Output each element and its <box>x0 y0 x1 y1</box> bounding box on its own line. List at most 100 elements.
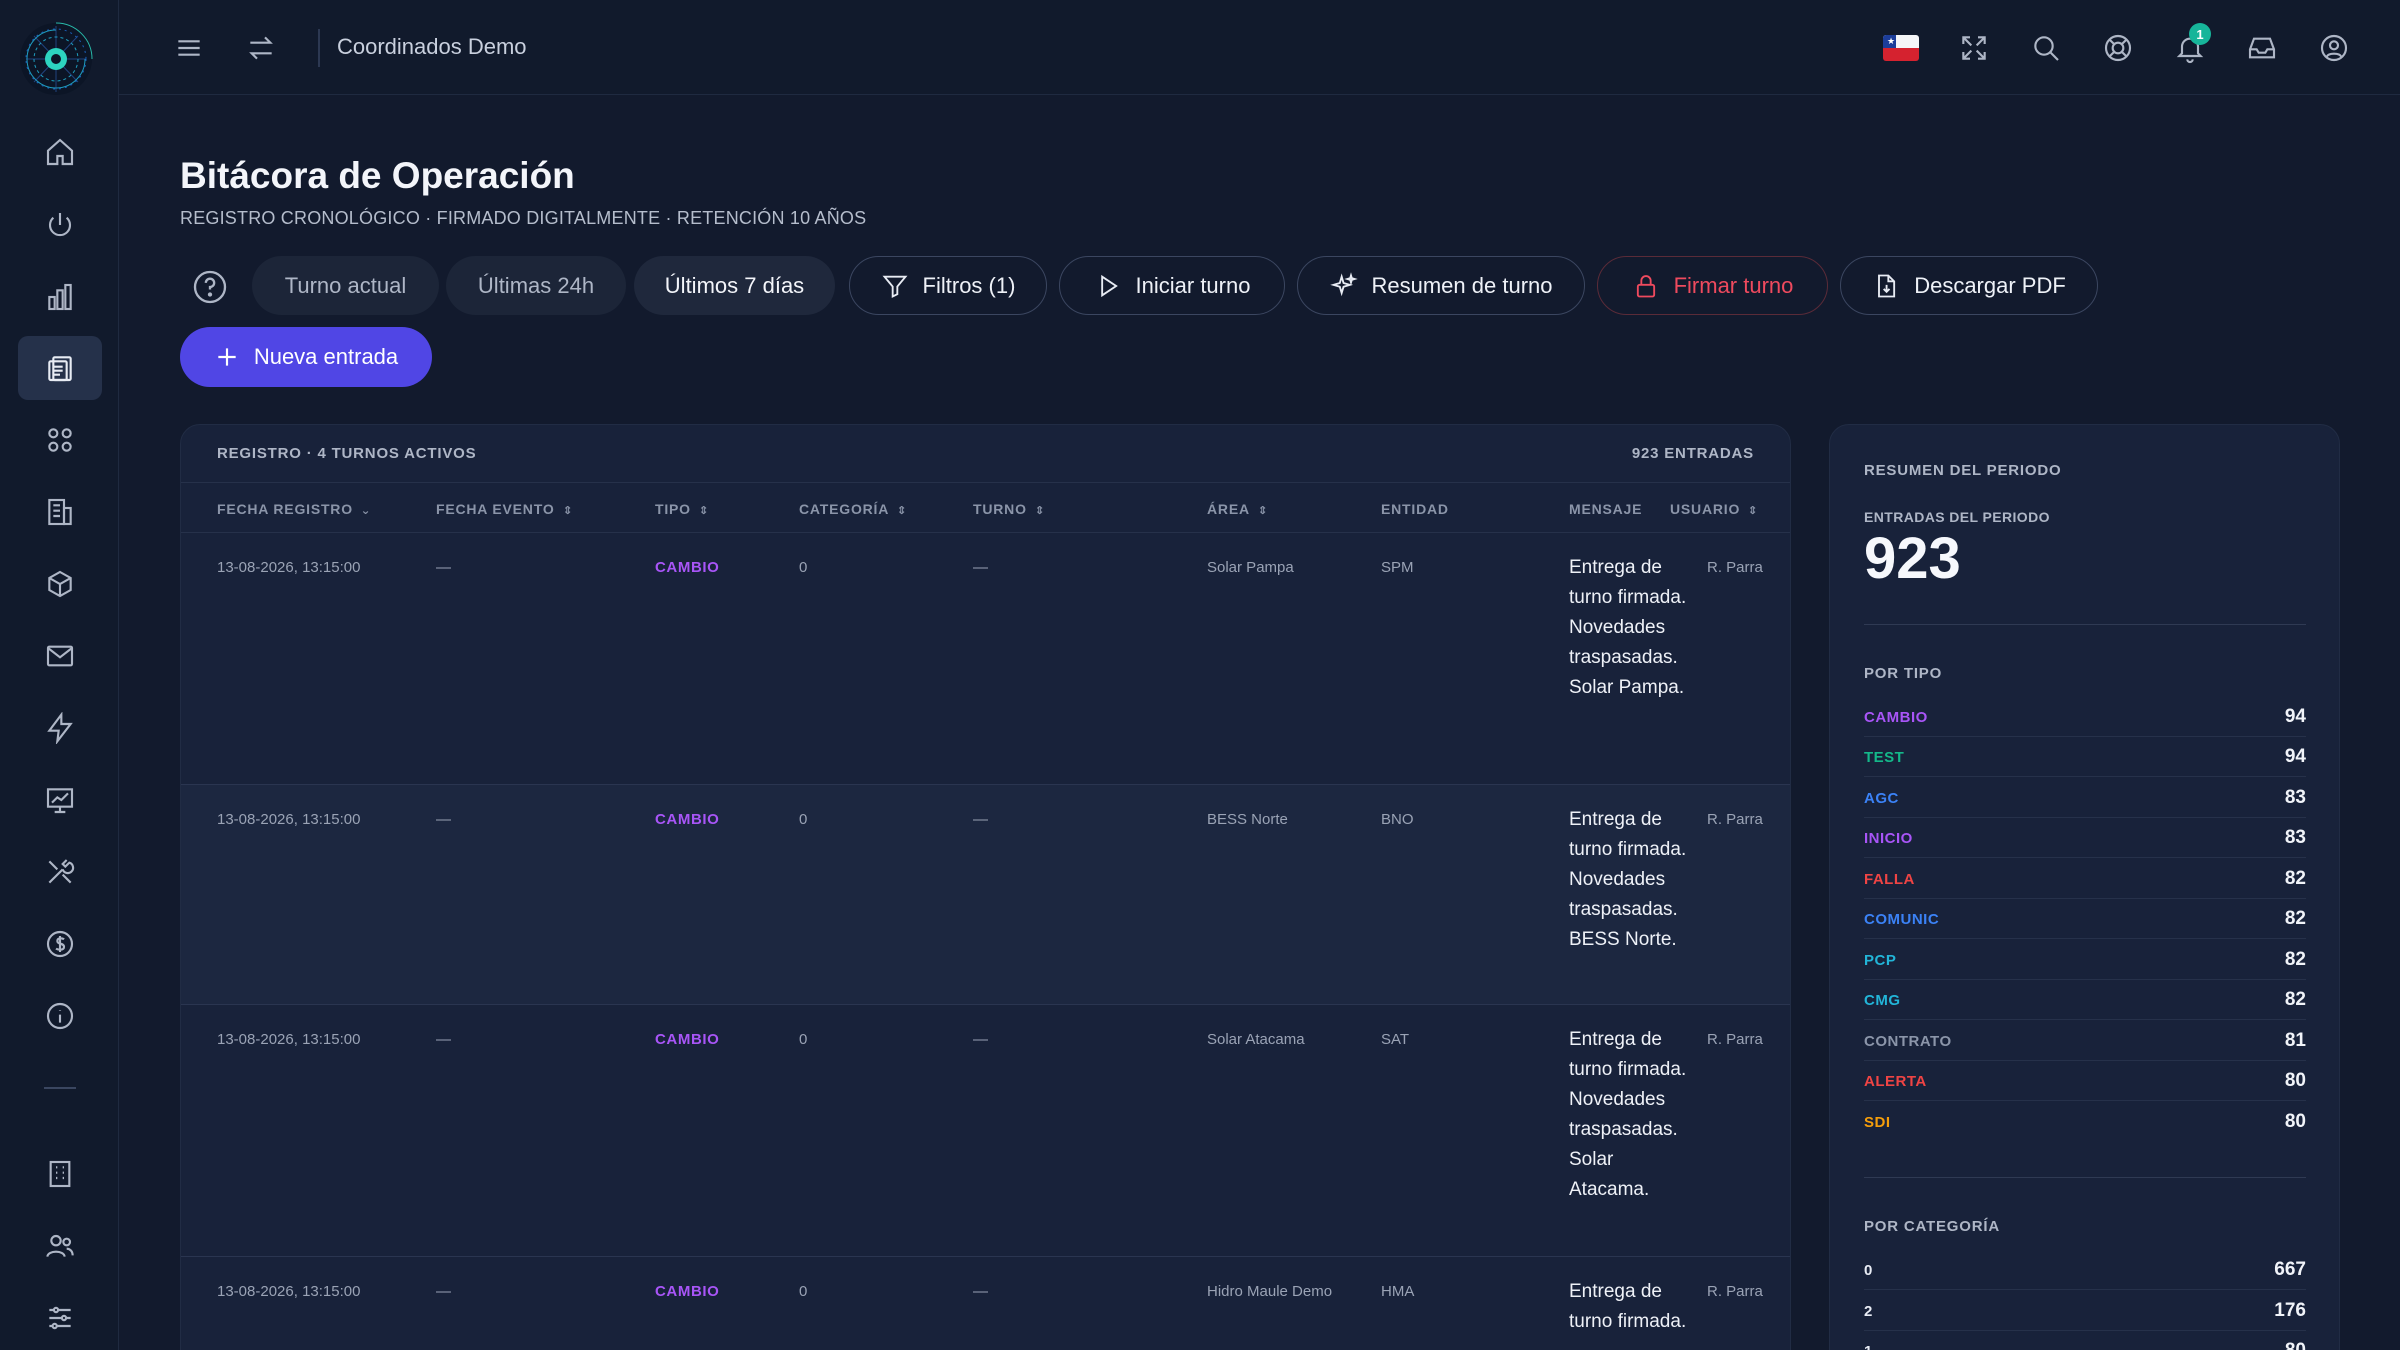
sort-icon: ⇕ <box>698 505 710 517</box>
by-category-label: POR CATEGORÍA <box>1864 1218 2000 1235</box>
column-header-turno[interactable]: TURNO ⇕ <box>973 501 1045 517</box>
bar-chart-icon <box>48 283 72 311</box>
cell-usuario: R. Parra <box>1707 559 1763 576</box>
category-stat-row: 2 176 <box>1864 1291 2306 1331</box>
language-flag-button[interactable]: ★ <box>1883 35 1919 61</box>
cell-usuario: R. Parra <box>1707 811 1763 828</box>
lifebuoy-icon <box>2104 34 2132 62</box>
period-summary-card: RESUMEN DEL PERIODO ENTRADAS DEL PERIODO… <box>1829 424 2340 1350</box>
cell-categoria: 0 <box>799 1031 808 1048</box>
play-icon <box>1100 274 1118 297</box>
type-stat-row: CONTRATO 81 <box>1864 1021 2306 1061</box>
sidebar-item-power[interactable] <box>18 193 102 257</box>
column-header-categoria[interactable]: CATEGORÍA ⇕ <box>799 501 907 517</box>
sidebar-item-billing[interactable] <box>18 912 102 976</box>
sidebar-item-buildings[interactable] <box>18 480 102 544</box>
cell-area: Solar Pampa <box>1207 559 1294 576</box>
page-title: Bitácora de Operación <box>180 155 575 196</box>
sidebar-item-apps[interactable] <box>18 408 102 472</box>
sidebar-item-settings[interactable] <box>18 1286 102 1350</box>
filter-pill-current-shift[interactable]: Turno actual <box>252 256 439 315</box>
sidebar-item-assets[interactable] <box>18 552 102 616</box>
cell-tipo: CAMBIO <box>655 1031 720 1048</box>
mail-icon <box>46 645 74 667</box>
table-row[interactable]: 13-08-2026, 13:15:00 — CAMBIO 0 — Hidro … <box>181 1257 1790 1350</box>
lock-icon <box>1636 274 1655 297</box>
cell-fecha-registro: 13-08-2026, 13:15:00 <box>217 811 361 828</box>
sidebar-item-reports[interactable] <box>18 768 102 832</box>
swap-arrows-icon <box>249 36 273 60</box>
dollar-icon <box>46 930 74 958</box>
start-shift-button[interactable]: Iniciar turno <box>1059 256 1285 315</box>
summary-title: RESUMEN DEL PERIODO <box>1864 462 2062 479</box>
sidebar-item-home[interactable] <box>18 120 102 184</box>
sidebar-item-tools[interactable] <box>18 840 102 904</box>
sort-icon: ⇕ <box>562 505 574 517</box>
cell-entidad: SAT <box>1381 1031 1410 1048</box>
home-icon <box>46 138 74 166</box>
shift-summary-label: Resumen de turno <box>1371 272 1553 298</box>
sidebar-item-energy[interactable] <box>18 696 102 760</box>
new-entry-button[interactable]: Nueva entrada <box>180 327 432 387</box>
building-icon <box>48 498 72 526</box>
sort-icon: ⇕ <box>1747 505 1759 517</box>
entries-label: ENTRADAS DEL PERIODO <box>1864 509 2050 525</box>
cell-turno: — <box>973 811 988 828</box>
sidebar-item-charts[interactable] <box>18 265 102 329</box>
column-header-usuario[interactable]: USUARIO ⇕ <box>1670 501 1758 517</box>
expand-icon <box>1962 36 1986 60</box>
page-subtitle: REGISTRO CRONOLÓGICO · FIRMADO DIGITALME… <box>180 208 867 228</box>
inbox-button[interactable] <box>2240 26 2284 70</box>
download-pdf-button[interactable]: Descargar PDF <box>1840 256 2098 315</box>
cell-turno: — <box>973 559 988 576</box>
sort-desc-icon: ⌄ <box>360 505 372 517</box>
grid-icon <box>48 428 72 452</box>
download-pdf-label: Descargar PDF <box>1914 272 2066 298</box>
filter-pill-last-24h[interactable]: Últimas 24h <box>446 256 626 315</box>
clipboard-icon <box>48 356 72 382</box>
filter-pill-last-7-days[interactable]: Últimos 7 días <box>634 256 835 315</box>
shift-summary-button[interactable]: Resumen de turno <box>1297 256 1585 315</box>
column-header-fecha-registro[interactable]: FECHA REGISTRO ⌄ <box>217 501 371 517</box>
sidebar-item-company[interactable] <box>18 1142 102 1206</box>
filters-button[interactable]: Filtros (1) <box>849 256 1047 315</box>
column-header-tipo[interactable]: TIPO ⇕ <box>655 501 709 517</box>
cell-usuario: R. Parra <box>1707 1283 1763 1300</box>
account-button[interactable] <box>2312 26 2356 70</box>
menu-button[interactable] <box>167 26 211 70</box>
filter-icon <box>882 275 908 298</box>
sidebar-item-logbook[interactable] <box>18 336 102 400</box>
inbox-icon <box>2248 37 2276 59</box>
help-center-button[interactable] <box>2096 26 2140 70</box>
cell-fecha-evento: — <box>436 811 451 828</box>
column-header-mensaje[interactable]: MENSAJE <box>1569 501 1642 517</box>
type-stat-row: TEST 94 <box>1864 737 2306 777</box>
type-stat-row: PCP 82 <box>1864 940 2306 980</box>
top-bar: Coordinados Demo ★ <box>119 0 2400 95</box>
search-button[interactable] <box>2024 26 2068 70</box>
users-icon <box>46 1234 74 1258</box>
cell-entidad: SPM <box>1381 559 1414 576</box>
column-header-area[interactable]: ÁREA ⇕ <box>1207 501 1268 517</box>
fullscreen-button[interactable] <box>1952 26 1996 70</box>
cell-area: Solar Atacama <box>1207 1031 1305 1048</box>
table-header: FECHA REGISTRO ⌄ FECHA EVENTO ⇕ TIPO ⇕ CATE… <box>181 483 1790 533</box>
table-row[interactable]: 13-08-2026, 13:15:00 — CAMBIO 0 — BESS N… <box>181 785 1790 1005</box>
table-row[interactable]: 13-08-2026, 13:15:00 — CAMBIO 0 — Solar … <box>181 533 1790 785</box>
help-icon[interactable] <box>190 267 230 307</box>
type-stat-row: FALLA 82 <box>1864 859 2306 899</box>
sidebar-item-users[interactable] <box>18 1214 102 1278</box>
presentation-chart-icon <box>46 788 74 814</box>
switch-workspace-button[interactable] <box>239 26 283 70</box>
summary-divider <box>1864 1177 2306 1178</box>
hamburger-icon <box>178 40 200 56</box>
column-header-fecha-evento[interactable]: FECHA EVENTO ⇕ <box>436 501 573 517</box>
column-header-entidad[interactable]: ENTIDAD <box>1381 501 1449 517</box>
sidebar-item-mail[interactable] <box>18 624 102 688</box>
table-row[interactable]: 13-08-2026, 13:15:00 — CAMBIO 0 — Solar … <box>181 1005 1790 1257</box>
sidebar-item-info[interactable] <box>18 984 102 1048</box>
app-logo[interactable] <box>16 16 96 102</box>
tools-icon <box>48 859 75 884</box>
sign-shift-button[interactable]: Firmar turno <box>1597 256 1828 315</box>
search-icon <box>2034 36 2059 61</box>
